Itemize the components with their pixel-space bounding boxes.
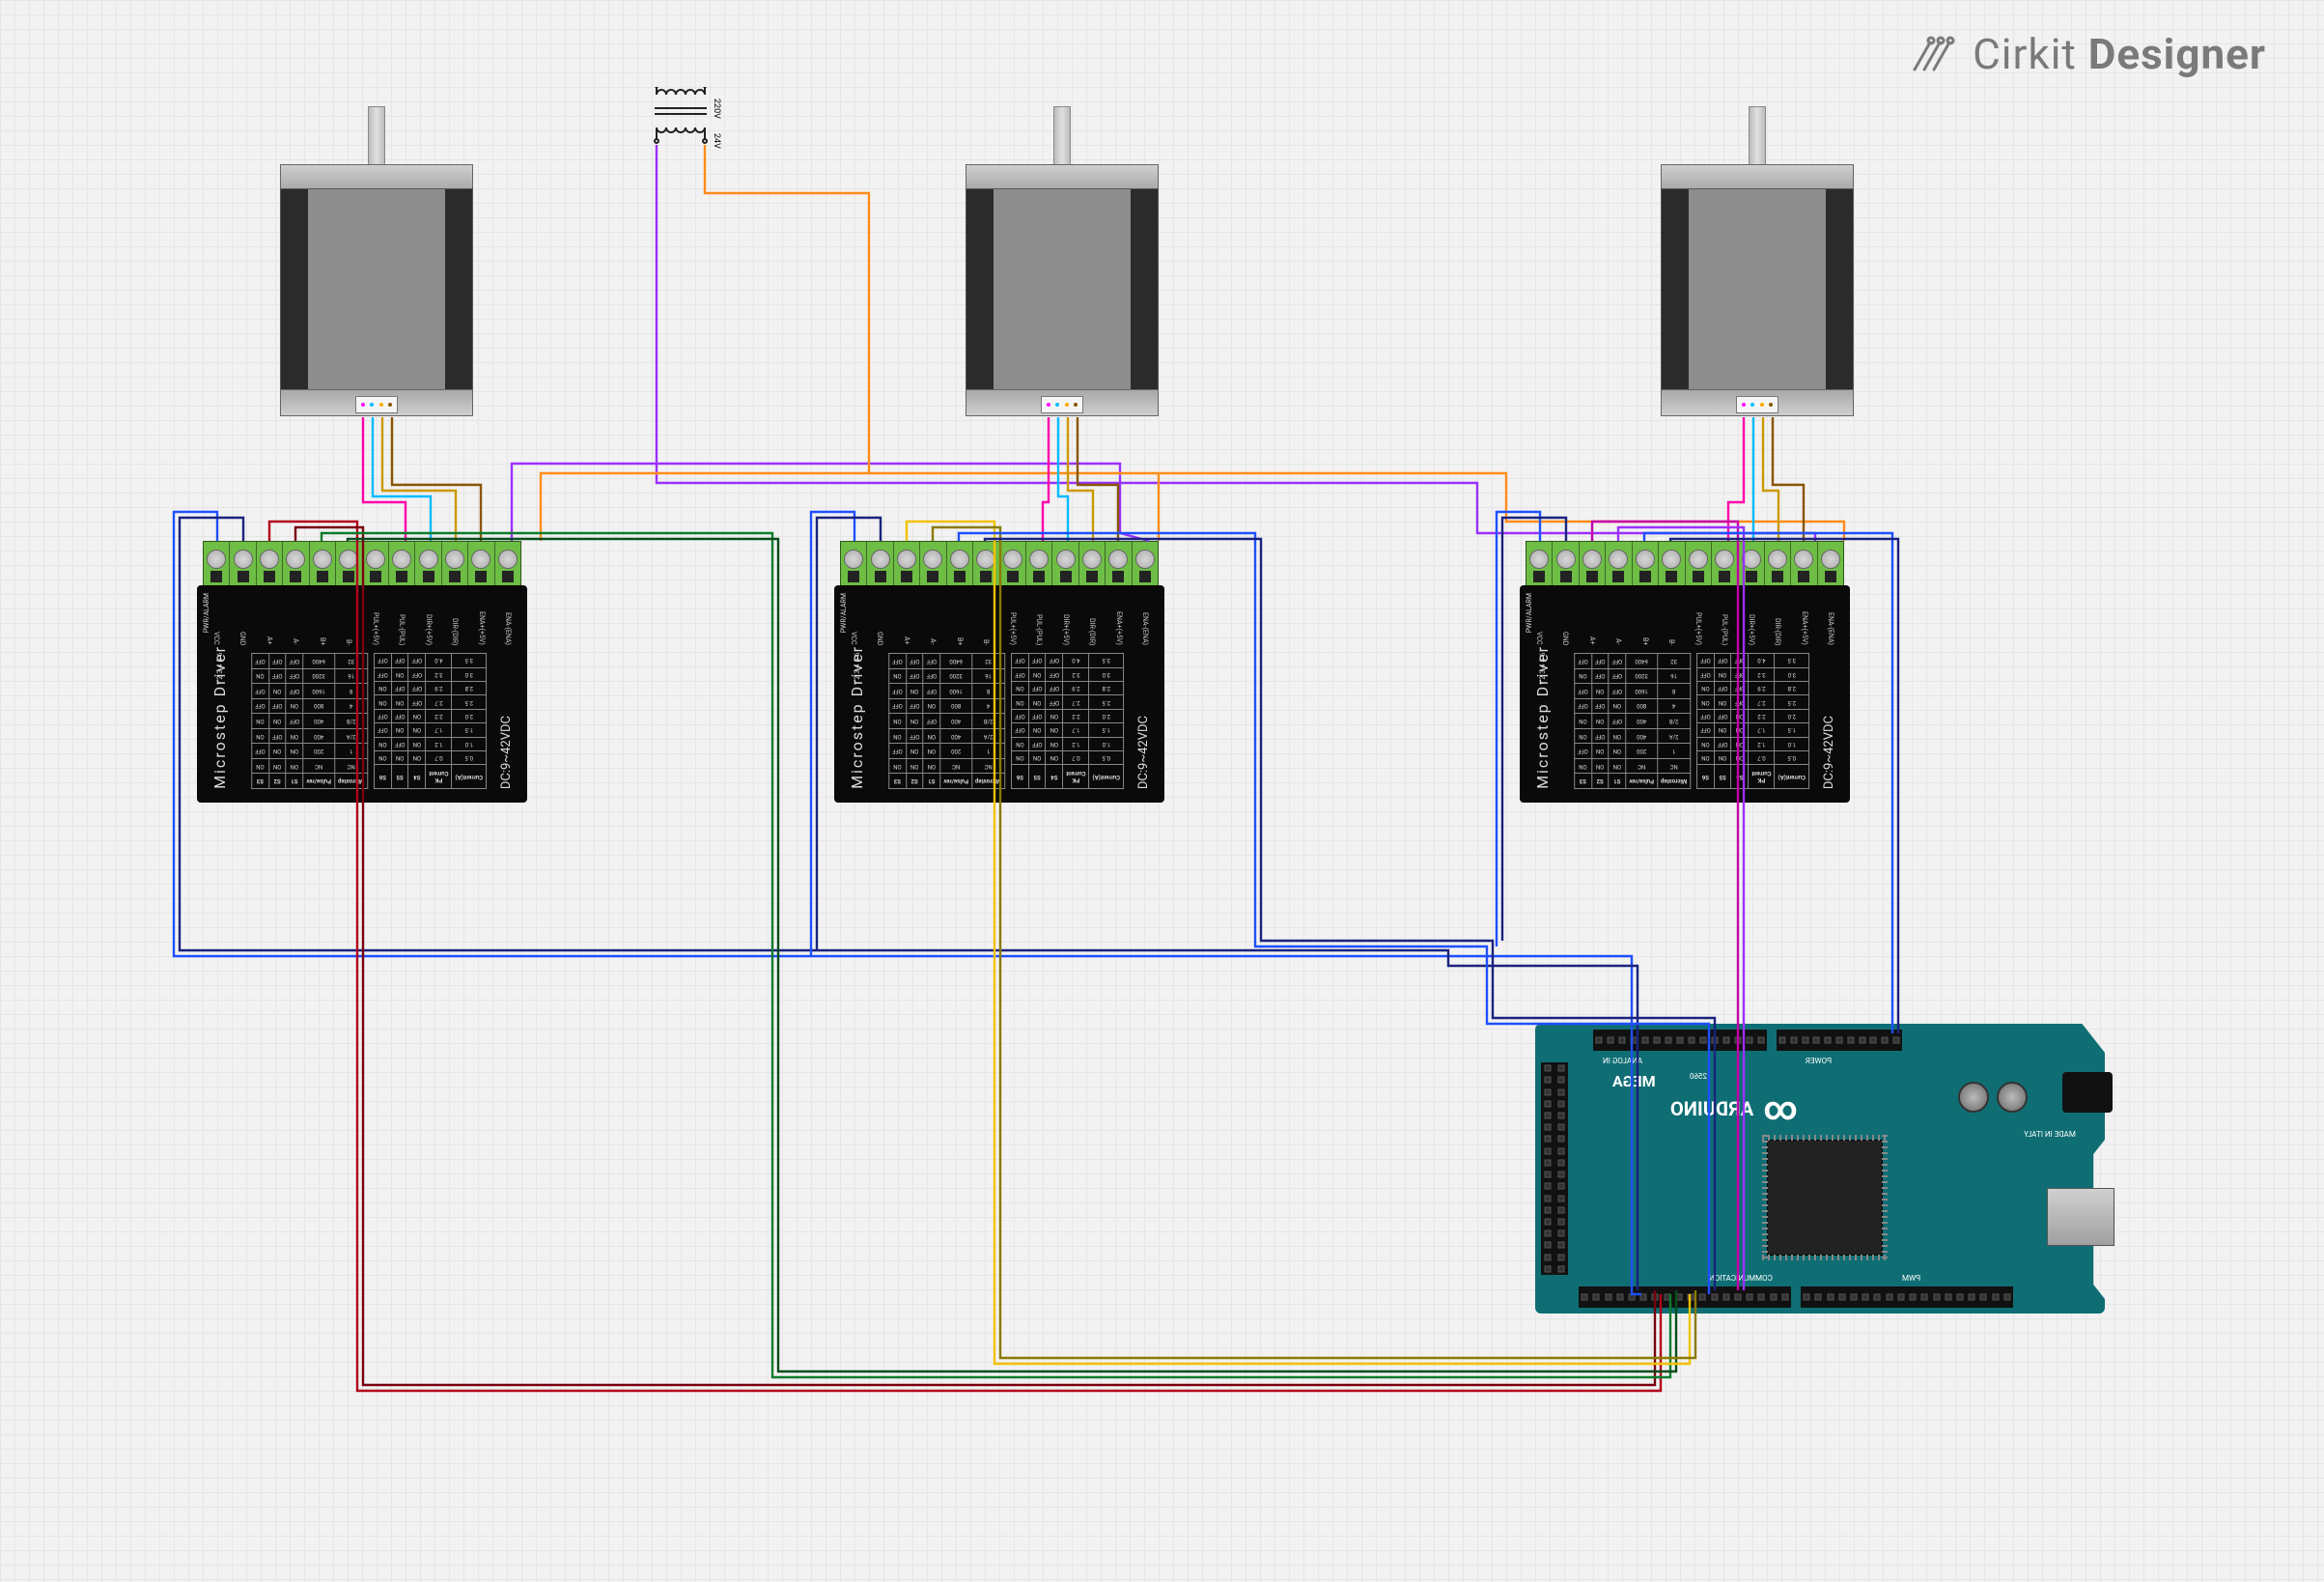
driver-pin-labels: ENA-(ENA)ENA+(+5V)DIR-(DIR)DIR+(+5V)PUL-…	[203, 587, 521, 645]
transformer-secondary-label: 24V	[712, 133, 721, 149]
arduino-header-digital-2[interactable]	[1801, 1286, 2013, 1308]
wire-m2-d	[1078, 417, 1118, 541]
driver-title: Microstep Driver	[848, 645, 866, 789]
driver-pin-labels: ENA-(ENA)ENA+(+5V)DIR-(DIR)DIR+(+5V)PUL-…	[840, 587, 1159, 645]
arduino-analog-label: ANALOG IN	[1603, 1057, 1642, 1065]
driver-terminals[interactable]	[840, 541, 1159, 587]
wire-m2-a	[1043, 417, 1049, 541]
wire-m3-d	[1773, 417, 1804, 541]
microstep-table: MicrostepPulse/revS1S2S3NCNCONONON1200ON…	[251, 653, 368, 789]
driver-dc-range: DC:9~42VDC	[1136, 716, 1151, 789]
arduino-barrel-jack[interactable]	[2062, 1072, 2113, 1113]
driver-title: Microstep Driver	[1533, 645, 1552, 789]
wire-m2-b	[1058, 417, 1068, 541]
driver-dc-range: DC:9~42VDC	[499, 716, 514, 789]
wire-m3-a	[1728, 417, 1744, 541]
arduino-power-label: POWER	[1806, 1057, 1832, 1065]
transformer-primary-label: 220V	[712, 99, 721, 119]
wire-m3-c	[1763, 417, 1778, 541]
arduino-usb-port[interactable]	[2047, 1188, 2114, 1246]
arduino-pwm-label: PWM	[1902, 1274, 1920, 1283]
arduino-header-power[interactable]	[1777, 1030, 1902, 1051]
design-canvas[interactable]: Cirkit Designer 220V 24V	[0, 0, 2324, 1582]
current-table: Current(A)PK CurrentS4S5S60.50.7ONONON1.…	[1696, 653, 1809, 789]
logo-icon	[1909, 31, 1955, 77]
driver-terminals[interactable]	[203, 541, 521, 587]
logo-product: Designer	[2088, 29, 2266, 79]
arduino-silk-brand: ∞ ARDUINO	[1670, 1089, 1798, 1128]
arduino-capacitors	[1958, 1082, 2028, 1113]
current-table: Current(A)PK CurrentS4S5S60.50.7ONONON1.…	[1011, 653, 1124, 789]
wire-m1-c	[382, 417, 456, 541]
arduino-mega[interactable]: ∞ ARDUINO MEGA 2560 ANALOG IN POWER COMM…	[1535, 1024, 2105, 1314]
arduino-chip-label: 2560	[1690, 1072, 1707, 1081]
current-table: Current(A)PK CurrentS4S5S60.50.7ONONON1.…	[374, 653, 487, 789]
logo-brand: Cirkit	[1973, 29, 2077, 79]
wire-m2-c	[1068, 417, 1093, 541]
driver-tables: MicrostepPulse/revS1S2S3NCNCONONON1200ON…	[251, 653, 473, 789]
wire-m1-d	[392, 417, 481, 541]
arduino-madein-label: MADE IN ITALY	[2024, 1130, 2076, 1139]
arduino-header-analog[interactable]	[1593, 1030, 1767, 1051]
driver-pin-labels: ENA-(ENA)ENA+(+5V)DIR-(DIR)DIR+(+5V)PUL-…	[1526, 587, 1844, 645]
wire-24v-orange	[541, 145, 1844, 541]
driver-dc-range: DC:9~42VDC	[1822, 716, 1836, 789]
arduino-mcu-chip	[1767, 1140, 1883, 1256]
driver-tables: MicrostepPulse/revS1S2S3NCNCONONON1200ON…	[888, 653, 1110, 789]
transformer[interactable]: 220V 24V	[637, 87, 734, 174]
wire-24v-purple	[512, 145, 1815, 541]
arduino-comm-label: COMMUNICATION	[1709, 1274, 1773, 1283]
driver-title: Microstep Driver	[210, 645, 229, 789]
wire-m1-b	[373, 417, 431, 541]
arduino-model-label: MEGA	[1612, 1072, 1656, 1090]
app-logo: Cirkit Designer	[1909, 29, 2266, 79]
microstep-table: MicrostepPulse/revS1S2S3NCNCONONON1200ON…	[888, 653, 1005, 789]
driver-tables: MicrostepPulse/revS1S2S3NCNCONONON1200ON…	[1574, 653, 1796, 789]
arduino-header-digital-1[interactable]	[1579, 1286, 1791, 1308]
microstep-table: MicrostepPulse/revS1S2S3NCNCONONON1200ON…	[1574, 653, 1691, 789]
driver-terminals[interactable]	[1526, 541, 1844, 587]
wire-m1-a	[363, 417, 406, 541]
arduino-header-double[interactable]	[1541, 1062, 1568, 1275]
